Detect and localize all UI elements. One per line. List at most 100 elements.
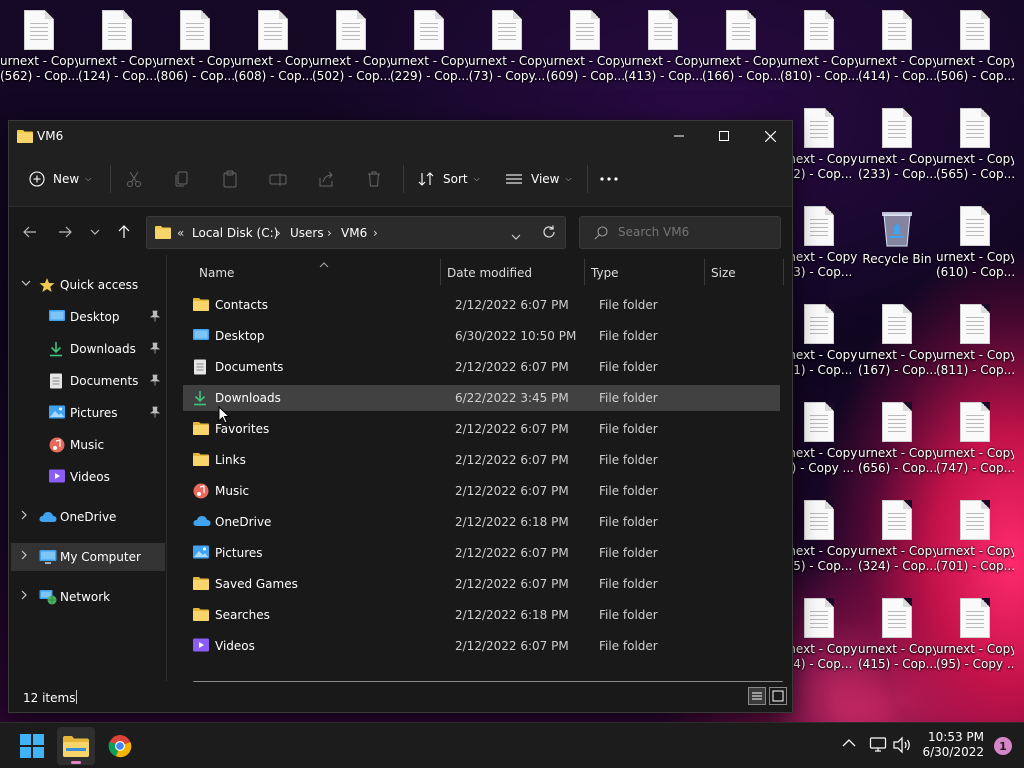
pin-icon[interactable] bbox=[149, 374, 161, 389]
file-row[interactable]: Links 2/12/2022 6:07 PM File folder bbox=[183, 447, 780, 473]
large-icons-view-button[interactable] bbox=[769, 687, 787, 705]
nav-item-documents[interactable]: Documents bbox=[11, 367, 165, 395]
close-button[interactable] bbox=[747, 121, 793, 151]
chevron-right-icon[interactable]: › bbox=[373, 226, 378, 240]
more-options-button[interactable] bbox=[599, 167, 619, 191]
chevron-right-icon[interactable] bbox=[21, 550, 27, 563]
desktop-file[interactable]: urnext - Copy (229) - Cop... bbox=[390, 10, 468, 84]
nav-item-videos[interactable]: Videos bbox=[11, 463, 165, 491]
network-status-icon[interactable] bbox=[869, 736, 887, 757]
file-row[interactable]: Videos 2/12/2022 6:07 PM File folder bbox=[183, 633, 780, 659]
column-divider[interactable] bbox=[704, 259, 705, 285]
paste-button[interactable] bbox=[221, 167, 239, 191]
nav-onedrive[interactable]: OneDrive bbox=[11, 503, 165, 531]
chevron-right-icon[interactable] bbox=[21, 510, 27, 523]
maximize-button[interactable] bbox=[701, 121, 747, 151]
chevron-right-icon[interactable]: › bbox=[327, 226, 332, 240]
column-size[interactable]: Size bbox=[711, 266, 736, 280]
column-divider[interactable] bbox=[783, 259, 784, 285]
file-row[interactable]: Saved Games 2/12/2022 6:07 PM File folder bbox=[183, 571, 780, 597]
desktop-file[interactable]: urnext - Copy (124) - Cop... bbox=[78, 10, 156, 84]
breadcrumb-overflow[interactable]: « bbox=[177, 226, 184, 240]
nav-my-computer[interactable]: My Computer bbox=[11, 543, 165, 571]
new-button[interactable]: New ⌵ bbox=[29, 167, 91, 191]
taskbar-chrome[interactable] bbox=[101, 727, 139, 765]
file-row[interactable]: Searches 2/12/2022 6:18 PM File folder bbox=[183, 602, 780, 628]
chevron-right-icon[interactable] bbox=[21, 590, 27, 603]
column-divider[interactable] bbox=[440, 259, 441, 285]
desktop-file[interactable]: urnext - Copy (565) - Cop... bbox=[936, 108, 1014, 182]
show-hidden-icons-button[interactable] bbox=[842, 737, 856, 751]
cut-button[interactable] bbox=[125, 167, 143, 191]
chevron-down-icon[interactable] bbox=[21, 278, 31, 289]
column-divider[interactable] bbox=[584, 259, 585, 285]
column-name[interactable]: Name bbox=[199, 266, 234, 280]
nav-item-desktop[interactable]: Desktop bbox=[11, 303, 165, 331]
back-button[interactable] bbox=[19, 221, 41, 243]
desktop-file[interactable]: urnext - Copy (414) - Cop... bbox=[858, 10, 936, 84]
search-input[interactable] bbox=[618, 225, 768, 239]
refresh-icon[interactable] bbox=[542, 225, 556, 242]
copy-button[interactable] bbox=[173, 167, 191, 191]
desktop-file[interactable]: urnext - Copy (810) - Cop... bbox=[780, 10, 858, 84]
desktop-file[interactable]: urnext - Copy (811) - Cop... bbox=[936, 304, 1014, 378]
nav-item-downloads[interactable]: Downloads bbox=[11, 335, 165, 363]
nav-item-music[interactable]: Music bbox=[11, 431, 165, 459]
pin-icon[interactable] bbox=[149, 310, 161, 325]
address-history-chevron-icon[interactable] bbox=[511, 229, 521, 243]
desktop-file[interactable]: urnext - Copy (413) - Cop... bbox=[624, 10, 702, 84]
pin-icon[interactable] bbox=[149, 406, 161, 421]
nav-quick-access[interactable]: Quick access bbox=[11, 271, 165, 299]
desktop-file[interactable]: urnext - Copy (610) - Cop... bbox=[936, 206, 1014, 280]
sort-button[interactable]: Sort ⌵ bbox=[417, 167, 480, 191]
start-button[interactable] bbox=[13, 727, 51, 765]
column-type[interactable]: Type bbox=[591, 266, 619, 280]
desktop-file[interactable]: urnext - Copy (747) - Cop... bbox=[936, 402, 1014, 476]
desktop-file[interactable]: urnext - Copy (73) - Copy... bbox=[468, 10, 546, 84]
pin-icon[interactable] bbox=[149, 342, 161, 357]
view-button[interactable]: View ⌵ bbox=[505, 167, 572, 191]
share-button[interactable] bbox=[317, 167, 335, 191]
desktop-file[interactable]: urnext - Copy (608) - Cop... bbox=[234, 10, 312, 84]
nav-network[interactable]: Network bbox=[11, 583, 165, 611]
desktop-file[interactable]: urnext - Copy (656) - Cop... bbox=[858, 402, 936, 476]
desktop-file[interactable]: urnext - Copy (806) - Cop... bbox=[156, 10, 234, 84]
chevron-right-icon[interactable]: › bbox=[276, 226, 281, 240]
file-row[interactable]: Pictures 2/12/2022 6:07 PM File folder bbox=[183, 540, 780, 566]
file-row[interactable]: Contacts 2/12/2022 6:07 PM File folder bbox=[183, 292, 780, 318]
notification-badge[interactable]: 1 bbox=[994, 737, 1012, 755]
minimize-button[interactable] bbox=[656, 121, 702, 151]
volume-icon[interactable] bbox=[892, 736, 912, 757]
desktop-file[interactable]: urnext - Copy (562) - Cop... bbox=[0, 10, 78, 84]
desktop-file[interactable]: urnext - Copy (233) - Cop... bbox=[858, 108, 936, 182]
file-row[interactable]: Documents 2/12/2022 6:07 PM File folder bbox=[183, 354, 780, 380]
desktop-recycle-bin[interactable]: Recycle Bin bbox=[858, 206, 936, 267]
up-button[interactable] bbox=[113, 221, 135, 243]
desktop-file[interactable]: urnext - Copy (701) - Cop... bbox=[936, 500, 1014, 574]
file-row[interactable]: OneDrive 2/12/2022 6:18 PM File folder bbox=[183, 509, 780, 535]
desktop-file[interactable]: urnext - Copy (324) - Cop... bbox=[858, 500, 936, 574]
file-row[interactable]: Downloads 6/22/2022 3:45 PM File folder bbox=[183, 385, 780, 411]
desktop-file[interactable]: urnext - Copy (506) - Cop... bbox=[936, 10, 1014, 84]
delete-button[interactable] bbox=[365, 167, 383, 191]
nav-item-pictures[interactable]: Pictures bbox=[11, 399, 165, 427]
file-row[interactable]: Music 2/12/2022 6:07 PM File folder bbox=[183, 478, 780, 504]
desktop-file[interactable]: urnext - Copy (95) - Copy ... bbox=[936, 598, 1014, 672]
rename-button[interactable] bbox=[269, 167, 287, 191]
desktop-file[interactable]: urnext - Copy (167) - Cop... bbox=[858, 304, 936, 378]
search-box[interactable] bbox=[579, 216, 781, 249]
breadcrumb-users[interactable]: Users bbox=[290, 226, 324, 240]
desktop-file[interactable]: urnext - Copy (502) - Cop... bbox=[312, 10, 390, 84]
desktop-file[interactable]: urnext - Copy (609) - Cop... bbox=[546, 10, 624, 84]
title-bar[interactable]: VM6 bbox=[9, 121, 792, 151]
address-bar[interactable]: « Local Disk (C:) › Users › VM6 › bbox=[146, 216, 566, 249]
breadcrumb-local-disk[interactable]: Local Disk (C:) bbox=[192, 226, 278, 240]
file-row[interactable]: Favorites 2/12/2022 6:07 PM File folder bbox=[183, 416, 780, 442]
recent-locations-button[interactable] bbox=[84, 221, 106, 243]
details-view-button[interactable] bbox=[748, 687, 766, 705]
system-clock[interactable]: 10:53 PM 6/30/2022 bbox=[922, 730, 984, 760]
taskbar-file-explorer[interactable] bbox=[57, 727, 95, 765]
breadcrumb-vm6[interactable]: VM6 bbox=[341, 226, 367, 240]
forward-button[interactable] bbox=[54, 221, 76, 243]
desktop-file[interactable]: urnext - Copy (166) - Cop... bbox=[702, 10, 780, 84]
